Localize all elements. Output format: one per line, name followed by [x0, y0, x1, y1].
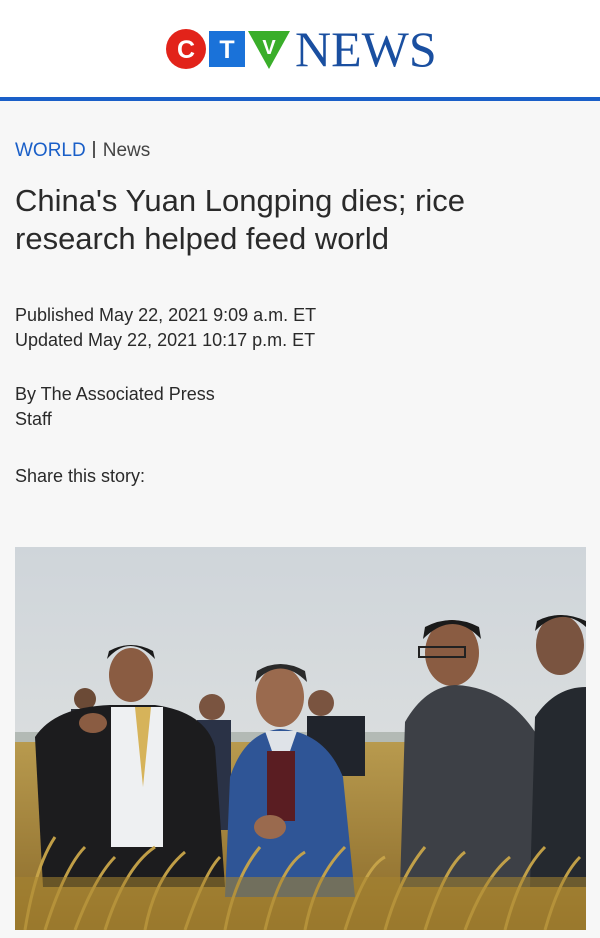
- byline-role: Staff: [15, 409, 52, 429]
- logo-letter-c: C: [177, 36, 195, 64]
- site-header: C T V NEWS: [0, 0, 600, 101]
- breadcrumb-world-link[interactable]: WORLD: [15, 140, 86, 161]
- published-timestamp: Published May 22, 2021 9:09 a.m. ET: [15, 305, 317, 325]
- breadcrumb-separator: [92, 141, 95, 158]
- article-photo[interactable]: [15, 547, 586, 930]
- logo-letter-t: T: [219, 36, 234, 64]
- breadcrumb-news-link[interactable]: News: [103, 140, 151, 161]
- man-at-right-edge: [530, 615, 586, 887]
- ctv-news-logo[interactable]: C T V NEWS: [165, 21, 440, 77]
- logo-letter-v: V: [262, 37, 276, 59]
- article-headline: China's Yuan Longping dies; rice researc…: [15, 183, 465, 256]
- ctv-logo-mark: C T V: [166, 29, 290, 69]
- updated-timestamp: Updated May 22, 2021 10:17 p.m. ET: [15, 330, 316, 350]
- share-label: Share this story:: [15, 466, 146, 486]
- byline: By The Associated Press: [15, 384, 215, 404]
- logo-news-wordmark: NEWS: [295, 21, 437, 77]
- rice-field-photo: [15, 547, 586, 930]
- breadcrumb: WORLD News: [15, 140, 150, 162]
